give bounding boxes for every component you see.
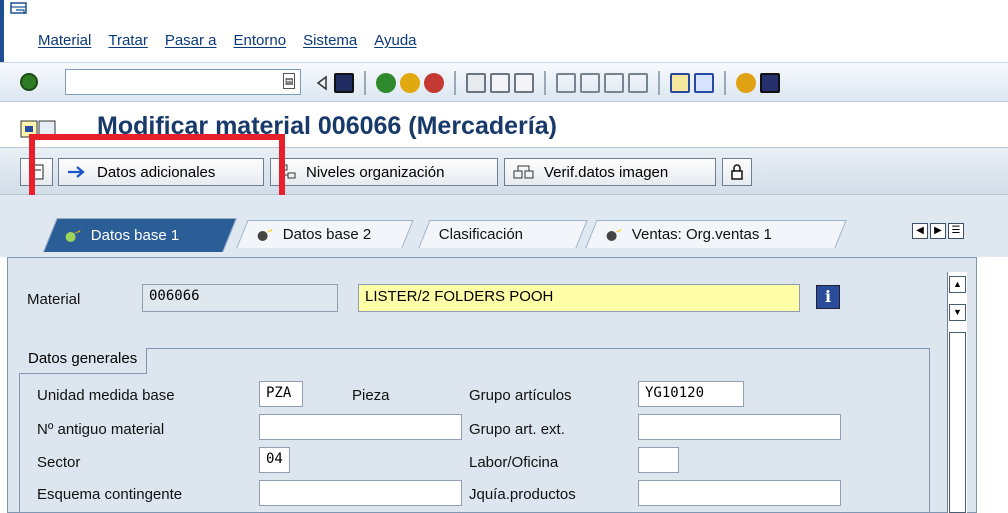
command-field[interactable] xyxy=(65,69,301,95)
product-guide-field[interactable] xyxy=(638,480,841,506)
info-icon[interactable]: i xyxy=(816,285,840,309)
organization-levels-label: Niveles organización xyxy=(306,163,445,181)
standard-toolbar: ▤ xyxy=(0,62,1008,102)
scroll-thumb[interactable] xyxy=(949,332,966,513)
save-icon[interactable] xyxy=(334,73,354,93)
menu-item-entorno[interactable]: Entorno xyxy=(234,32,287,49)
toolbar-separator xyxy=(454,71,456,95)
dropdown-icon[interactable]: ▤ xyxy=(283,73,295,89)
contingent-scheme-label: Esquema contingente xyxy=(37,486,183,503)
toolbar-separator xyxy=(658,71,660,95)
tab-list-icon[interactable]: ☰ xyxy=(948,223,964,239)
enter-icon[interactable] xyxy=(20,73,38,91)
menu-item-material[interactable]: Material xyxy=(38,32,91,49)
material-label: Material xyxy=(27,291,81,308)
organization-levels-button[interactable]: Niveles organización xyxy=(270,158,498,186)
toolbar-separator xyxy=(724,71,726,95)
layout-icon[interactable] xyxy=(760,73,780,93)
tab-prev-icon[interactable]: ◀ xyxy=(912,223,928,239)
contingent-scheme-field[interactable] xyxy=(259,480,462,506)
old-material-number-label: Nº antiguo material xyxy=(37,421,165,438)
old-material-number-field[interactable] xyxy=(259,414,462,440)
back-nav-icon[interactable] xyxy=(376,73,396,93)
tab-classification[interactable]: Clasificación xyxy=(418,220,588,248)
product-guide-label: Jquía.productos xyxy=(469,486,576,503)
find-icon[interactable] xyxy=(490,73,510,93)
base-unit-label: Unidad medida base xyxy=(37,387,175,404)
tab-strip: Datos base 1 Datos base 2 Clasificación … xyxy=(0,195,1008,257)
external-material-group-label: Grupo art. ext. xyxy=(469,421,565,438)
group-title: Datos generales xyxy=(19,348,148,374)
lock-icon xyxy=(731,164,743,180)
maintained-status-icon xyxy=(257,228,275,242)
menu-icon[interactable] xyxy=(10,2,28,18)
toolbar-separator xyxy=(364,71,366,95)
tab-sales-org-label: Ventas: Org.ventas 1 xyxy=(631,226,772,243)
help-icon[interactable] xyxy=(736,73,756,93)
tab-basic-data-2-label: Datos base 2 xyxy=(282,226,372,243)
menu-item-sistema[interactable]: Sistema xyxy=(303,32,357,49)
tab-basic-data-2[interactable]: Datos base 2 xyxy=(236,220,414,248)
lab-office-label: Labor/Oficina xyxy=(469,454,559,471)
material-description-field[interactable]: LISTER/2 FOLDERS POOH xyxy=(358,284,800,312)
scroll-up-icon[interactable]: ▲ xyxy=(949,276,966,293)
new-session-icon[interactable] xyxy=(670,73,690,93)
tab-navigation: ◀ ▶ ☰ xyxy=(912,223,964,239)
toolbar-separator xyxy=(544,71,546,95)
maintained-status-icon xyxy=(606,228,624,242)
material-group-field[interactable]: YG10120 xyxy=(638,381,744,407)
next-page-icon[interactable] xyxy=(604,73,624,93)
shortcut-icon[interactable] xyxy=(694,73,714,93)
exit-icon[interactable] xyxy=(400,73,420,93)
material-group-label: Grupo artículos xyxy=(469,387,572,404)
first-page-icon[interactable] xyxy=(556,73,576,93)
base-unit-field[interactable]: PZA xyxy=(259,381,303,407)
check-screen-data-label: Verif.datos imagen xyxy=(544,163,669,181)
tab-basic-data-1[interactable]: Datos base 1 xyxy=(43,218,237,252)
scroll-down-icon[interactable]: ▼ xyxy=(949,304,966,321)
menu-item-pasar-a[interactable]: Pasar a xyxy=(165,32,217,49)
menu-item-tratar[interactable]: Tratar xyxy=(108,32,147,49)
previous-page-icon[interactable] xyxy=(580,73,600,93)
cancel-icon[interactable] xyxy=(424,73,444,93)
last-page-icon[interactable] xyxy=(628,73,648,93)
tab-basic-data-1-label: Datos base 1 xyxy=(90,227,180,244)
print-icon[interactable] xyxy=(466,73,486,93)
vertical-scrollbar[interactable]: ▲ ▼ xyxy=(947,272,967,513)
back-icon[interactable] xyxy=(314,73,330,93)
check-screen-data-button[interactable]: Verif.datos imagen xyxy=(504,158,716,186)
maintained-status-icon xyxy=(65,229,83,243)
division-label: Sector xyxy=(37,454,81,471)
division-field[interactable]: 04 xyxy=(259,447,290,473)
material-number-field: 006066 xyxy=(142,284,338,312)
tab-classification-label: Clasificación xyxy=(438,226,524,243)
lab-office-field[interactable] xyxy=(638,447,679,473)
base-unit-text: Pieza xyxy=(352,387,390,404)
check-data-icon xyxy=(513,165,534,179)
tab-next-icon[interactable]: ▶ xyxy=(930,223,946,239)
tab-sales-org[interactable]: Ventas: Org.ventas 1 xyxy=(585,220,847,248)
find-next-icon[interactable] xyxy=(514,73,534,93)
menu-bar: Material Tratar Pasar a Entorno Sistema … xyxy=(0,0,1008,62)
external-material-group-field[interactable] xyxy=(638,414,841,440)
menu-item-ayuda[interactable]: Ayuda xyxy=(374,32,416,49)
lock-button[interactable] xyxy=(722,158,752,186)
